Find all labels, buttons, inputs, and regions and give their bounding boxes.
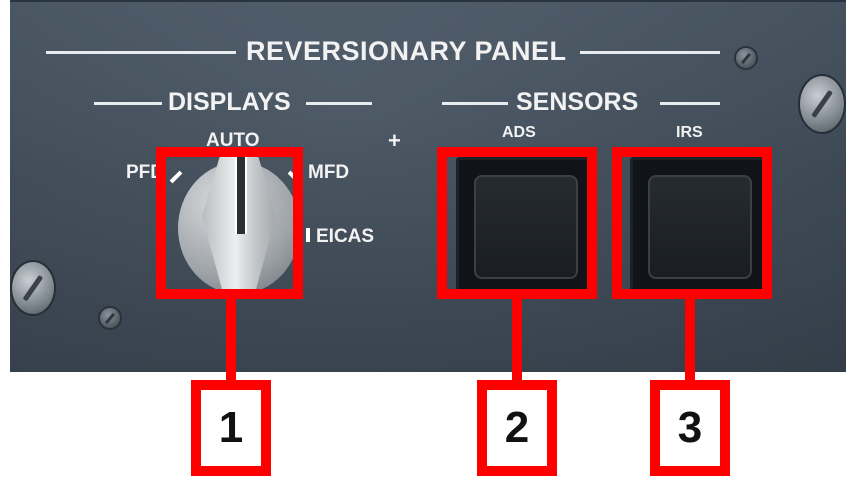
plus-mark: + — [388, 128, 401, 153]
callout-number-3: 3 — [650, 380, 730, 476]
callout-box-1 — [156, 147, 303, 299]
small-screw-top-icon — [734, 46, 758, 70]
selector-label-mfd: MFD — [308, 162, 350, 183]
tick-eicas — [306, 228, 310, 242]
callout-number-3-text: 3 — [677, 403, 703, 452]
sensors-header: SENSORS — [516, 88, 639, 116]
screw-top-right-icon — [798, 74, 846, 134]
selector-label-eicas: EICAS — [316, 226, 375, 247]
callout-number-1-text: 1 — [218, 403, 244, 452]
displays-header: DISPLAYS — [168, 88, 291, 116]
title-rule-left — [46, 51, 236, 54]
panel-title: REVERSIONARY PANEL — [246, 36, 567, 66]
callout-box-2 — [437, 147, 597, 299]
screw-bottom-left-icon — [10, 260, 56, 316]
callout-stem-1 — [226, 298, 236, 382]
callout-box-3 — [612, 147, 772, 299]
callout-number-1: 1 — [191, 380, 271, 476]
callout-stem-2 — [512, 298, 522, 382]
ads-label: ADS — [502, 124, 536, 141]
displays-rule-right — [306, 102, 372, 105]
irs-label: IRS — [676, 124, 703, 141]
callout-number-2-text: 2 — [504, 403, 530, 452]
sensors-rule-left — [442, 102, 508, 105]
callout-number-2: 2 — [477, 380, 557, 476]
title-rule-right — [580, 51, 720, 54]
sensors-rule-right — [660, 102, 720, 105]
callout-stem-3 — [685, 298, 695, 382]
displays-rule-left — [94, 102, 162, 105]
small-screw-bottom-icon — [98, 306, 122, 330]
